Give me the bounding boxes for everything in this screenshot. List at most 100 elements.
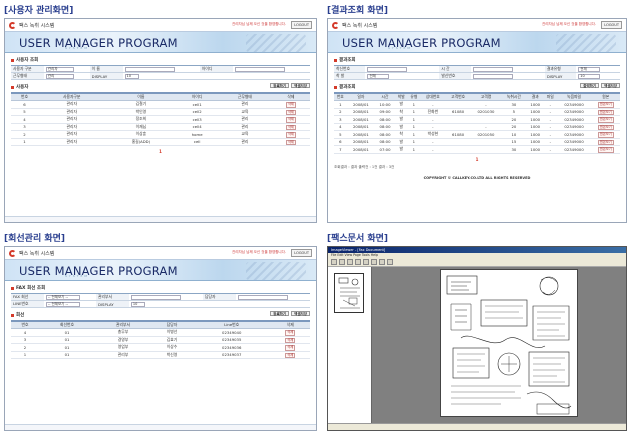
prev-page-icon[interactable] [379, 259, 385, 265]
manager-input[interactable] [237, 294, 288, 300]
table-cell: 삭제 [271, 123, 310, 131]
row-action-button[interactable]: 원본보기 [597, 139, 614, 145]
register-button[interactable]: 등록하기 [270, 83, 290, 88]
excel-save-button[interactable]: 엑셀저장 [291, 311, 310, 316]
next-page-icon[interactable] [387, 259, 393, 265]
display-select[interactable]: 10 [578, 73, 601, 79]
table-row[interactable]: 1 01 관리부 박신영 02349037 삭제 [11, 351, 310, 359]
line-number-select[interactable]: -- 전체보기 -- [45, 301, 80, 307]
table-cell: 이재님 [105, 123, 177, 131]
rotate-icon[interactable] [371, 259, 377, 265]
user-filter-table: 사용자 구분 관리자 이 름 아이디 근무형태 관리 DISPLAY 10 [11, 65, 310, 80]
row-action-button[interactable]: 원본보기 [597, 132, 614, 138]
table-cell [445, 138, 471, 146]
table-cell: 1000 [526, 130, 544, 139]
fax-line-select[interactable]: -- 전체보기 -- [45, 294, 80, 300]
work-type-select[interactable]: 관리 [45, 73, 74, 79]
register-button[interactable]: 등록하기 [270, 311, 290, 316]
row-action-button[interactable]: 원본보기 [597, 124, 614, 130]
save-icon[interactable] [339, 259, 345, 265]
user-type-select[interactable]: 관리자 [45, 66, 74, 72]
row-action-button[interactable]: 삭제 [285, 337, 296, 343]
table-cell: 02349000 [556, 108, 592, 116]
row-action-button[interactable]: 삭제 [285, 139, 296, 145]
table-row[interactable]: 3 01 경영부 김효기 02349035 삭제 [11, 336, 310, 344]
excel-save-button[interactable]: 엑셀저장 [601, 83, 620, 88]
table-cell: 3 [334, 115, 347, 124]
table-cell: 관리자 [38, 138, 106, 146]
row-action-button[interactable]: 삭제 [285, 109, 296, 115]
table-row[interactable]: 4 2008/01 08:00 발 1- -20 1000-02349000 원본보기 [334, 123, 620, 131]
id-input[interactable] [234, 66, 285, 72]
table-cell: 08:00 [375, 138, 395, 146]
table-row[interactable]: 4 01 총무부 이병선 02349040 삭제 [11, 328, 310, 337]
table-row[interactable]: 3 관리자 이재님 cell4 관리 삭제 [11, 123, 310, 131]
caller-input[interactable] [472, 73, 513, 79]
page-number[interactable]: 1 [476, 157, 479, 162]
table-cell [470, 138, 502, 146]
excel-save-button[interactable]: 엑셀저장 [291, 83, 310, 88]
direction-select[interactable]: 전체 [367, 73, 390, 79]
row-action-button[interactable]: 삭제 [285, 124, 296, 130]
row-action-button[interactable]: 삭제 [285, 132, 296, 138]
list-title: 회선 등록하기 엑셀저장 [5, 308, 316, 320]
zoom-out-icon[interactable] [363, 259, 369, 265]
table-row[interactable]: 2 관리자 이상훈 home 교육 삭제 [11, 130, 310, 139]
open-icon[interactable] [331, 259, 337, 265]
table-cell: cell2 [176, 108, 218, 116]
logout-button[interactable]: LOGOUT [291, 249, 312, 257]
display-select[interactable]: 10 [124, 73, 139, 79]
print-button[interactable]: 출력하기 [580, 83, 600, 88]
row-action-button[interactable]: 삭제 [285, 102, 296, 108]
callee-input[interactable] [367, 66, 408, 72]
table-cell: 발 [394, 145, 408, 154]
row-action-button[interactable]: 삭제 [285, 345, 296, 351]
table-cell: 6 [11, 100, 38, 109]
banner-subtitle: SYSTEM [65, 274, 89, 278]
logout-button[interactable]: LOGOUT [601, 21, 622, 29]
table-row[interactable]: 5 관리자 박인영 cell2 교육 삭제 [11, 108, 310, 116]
fax-toolbar [328, 258, 626, 267]
table-row[interactable]: 3 2008/01 08:00 발 1-20 1000-02349000 원본보기 [334, 115, 620, 124]
col-header: 삭제 [271, 93, 310, 101]
page-thumbnail[interactable] [334, 273, 364, 313]
print-icon[interactable] [347, 259, 353, 265]
col-header: 착발 [394, 93, 408, 101]
row-action-button[interactable]: 원본보기 [597, 147, 614, 153]
department-input[interactable] [130, 294, 181, 300]
banner-decoration [246, 34, 306, 52]
table-cell: - [543, 100, 557, 109]
table-row[interactable]: 5 2008/01 08:00 착 1 박성현 61080 0201050 10 1000-023… [334, 130, 620, 139]
table-cell: 원본보기 [591, 138, 620, 146]
table-cell: - [543, 108, 557, 116]
filter-label: DISPLAY [544, 72, 577, 80]
row-action-button[interactable]: 삭제 [285, 352, 296, 358]
table-row[interactable]: 1 관리자 홍길(ADD) cell 관리 삭제 [11, 138, 310, 146]
page-number[interactable]: 1 [159, 149, 162, 154]
banner-decoration [556, 34, 616, 52]
table-row[interactable]: 2 01 영업부 이상수 02349036 삭제 [11, 343, 310, 352]
name-input[interactable] [124, 66, 175, 72]
time-input[interactable] [472, 66, 513, 72]
table-row[interactable]: 2 2008/01 09:00 착 1 전화번 61080 0201030 5 1000-0234… [334, 108, 620, 116]
table-row[interactable]: 7 2008/01 07:00 발 1-30 1000-02349000 원본보기 [334, 145, 620, 154]
row-action-button[interactable]: 원본보기 [597, 117, 614, 123]
app-header: 팩스 녹취 시스템 관리자님 님께 오신 것을 환영합니다. LOGOUT [5, 247, 316, 259]
table-row[interactable]: 4 관리자 정조희 cell3 관리 삭제 [11, 115, 310, 124]
table-cell: 2008/01 [346, 115, 376, 124]
display-select[interactable]: 10 [130, 301, 145, 307]
col-header: 시간 [375, 93, 395, 101]
table-cell: 4 [334, 123, 347, 131]
row-action-button[interactable]: 삭제 [285, 117, 296, 123]
user-screen-caption: [사용자 관리화면] [4, 6, 74, 16]
row-action-button[interactable]: 원본보기 [597, 109, 614, 115]
table-row[interactable]: 6 관리자 김철기 cell1 관리 삭제 [11, 100, 310, 109]
logout-button[interactable]: LOGOUT [291, 21, 312, 29]
row-action-button[interactable]: 삭제 [285, 330, 296, 336]
zoom-in-icon[interactable] [355, 259, 361, 265]
row-action-button[interactable]: 원본보기 [597, 102, 614, 108]
table-cell: 발 [394, 100, 408, 109]
result-type-select[interactable]: 전체 [578, 66, 601, 72]
table-row[interactable]: 6 2008/01 08:00 발 1-15 1000-02349000 원본보기 [334, 138, 620, 146]
table-row[interactable]: 1 2008/01 10:00 발 1- -30 1000-02349000 원본보기 [334, 100, 620, 109]
